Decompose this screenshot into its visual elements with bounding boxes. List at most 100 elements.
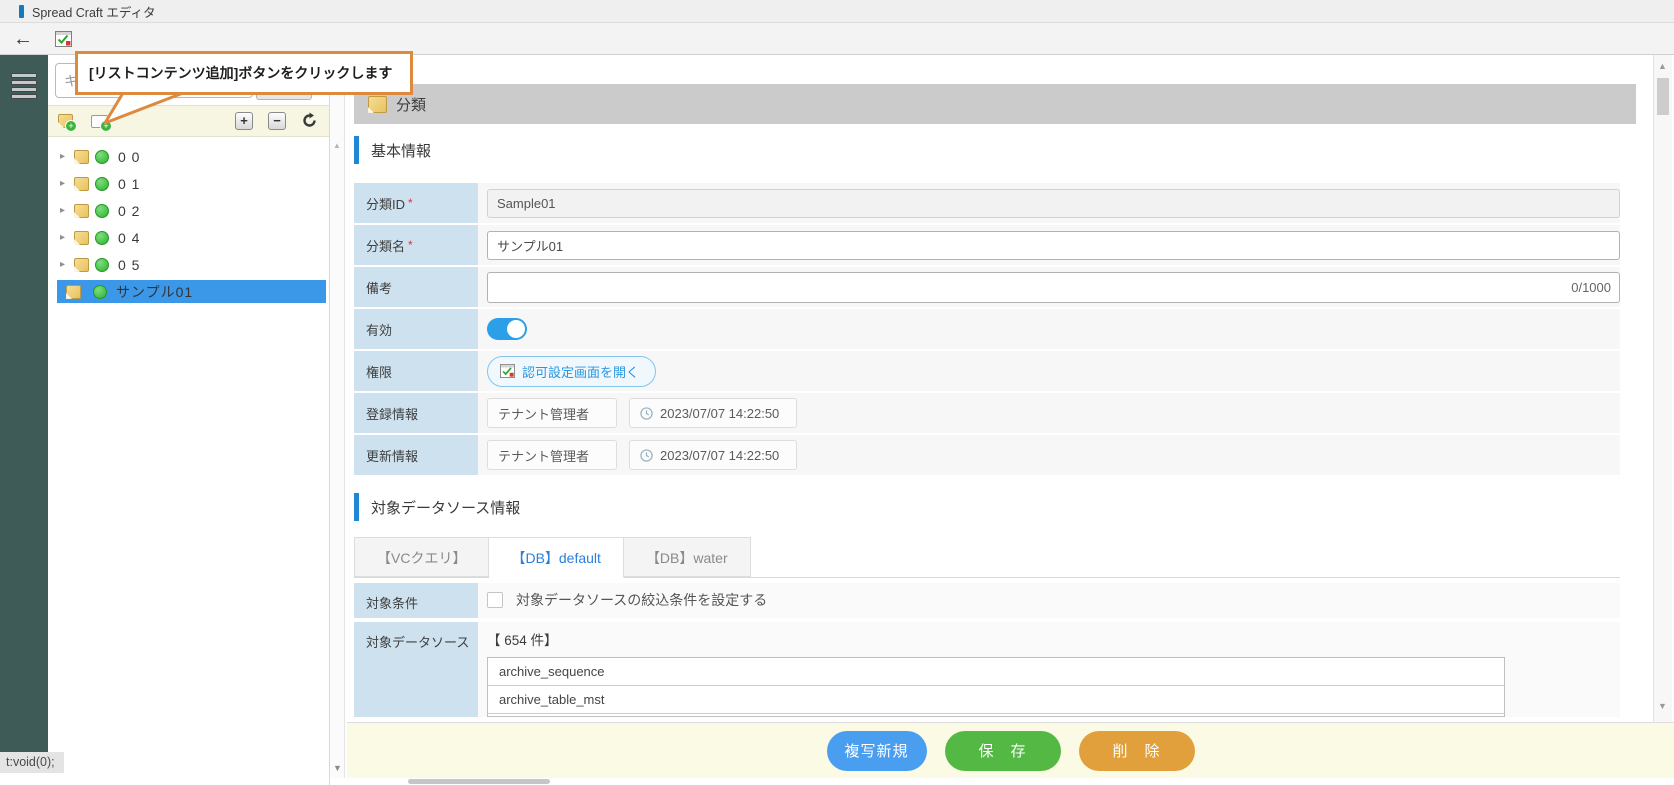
side-nav-rail <box>0 55 48 752</box>
row-target-datasource: 対象データソース 【 654 件】 archive_sequence archi… <box>354 622 1620 717</box>
scroll-down-icon[interactable]: ▼ <box>1658 701 1667 711</box>
condition-checkbox-label[interactable]: 対象データソースの絞込条件を設定する <box>516 590 767 610</box>
scroll-up-icon[interactable]: ▲ <box>1658 61 1667 71</box>
category-folder-icon <box>368 96 387 113</box>
back-button[interactable]: ← <box>13 29 33 49</box>
row-category-id: 分類ID * <box>354 183 1620 225</box>
updated-user: テナント管理者 <box>487 440 617 470</box>
enabled-toggle[interactable] <box>487 318 527 340</box>
tree-scrollbar[interactable]: ▲ ▼ <box>330 55 345 778</box>
updated-datetime: 2023/07/07 14:22:50 <box>629 440 797 470</box>
expand-arrow-icon[interactable]: ▸ <box>60 232 74 243</box>
app-title: Spread Craft エディタ <box>32 2 155 21</box>
open-authorization-button[interactable]: 認可設定画面を開く <box>487 356 656 387</box>
field-label: 対象データソース <box>366 632 469 651</box>
row-registered-info: 登録情報 テナント管理者 2023/07/07 14:22:50 <box>354 393 1620 435</box>
tree-item[interactable]: ▸ 0 2 <box>48 197 329 224</box>
scroll-up-icon[interactable]: ▲ <box>333 141 341 150</box>
tree-item[interactable]: ▸ 0 4 <box>48 224 329 251</box>
registered-user: テナント管理者 <box>487 398 617 428</box>
field-label: 権限 <box>366 362 392 381</box>
datasource-list[interactable]: archive_sequence archive_table_mst b_m_a… <box>487 657 1505 717</box>
status-dot-icon <box>93 285 107 299</box>
main-content: 分類 基本情報 分類ID * 分類名 * <box>345 55 1653 785</box>
status-dot-icon <box>95 231 109 245</box>
folder-icon <box>74 204 89 218</box>
remarks-input[interactable]: 0/1000 <box>487 272 1620 303</box>
tree-item[interactable]: ▸ 0 5 <box>48 251 329 278</box>
required-mark: * <box>408 238 413 252</box>
expand-arrow-icon[interactable]: ▸ <box>60 205 74 216</box>
save-button[interactable]: 保 存 <box>945 731 1061 771</box>
status-dot-icon <box>95 204 109 218</box>
add-category-icon[interactable] <box>58 114 73 128</box>
app-window: Spread Craft エディタ ← + − <box>0 0 1674 785</box>
callout-text: [リストコンテンツ追加]ボタンをクリックします <box>89 63 392 83</box>
status-dot-icon <box>95 150 109 164</box>
page-title: 分類 <box>396 94 426 115</box>
field-label: 有効 <box>366 320 392 339</box>
action-footer: 複写新規 保 存 削 除 <box>347 722 1674 778</box>
menu-icon[interactable] <box>11 73 37 101</box>
folder-icon <box>66 285 81 299</box>
list-item[interactable]: archive_sequence <box>488 658 1504 686</box>
page-header: 分類 <box>354 84 1636 124</box>
row-category-name: 分類名 * <box>354 225 1620 267</box>
registered-datetime: 2023/07/07 14:22:50 <box>629 398 797 428</box>
list-item[interactable]: b_m_account_attr_h <box>488 714 1504 717</box>
tree-item-list: ▸ 0 0 ▸ 0 1 ▸ 0 2 ▸ 0 4 <box>48 143 329 303</box>
status-bar-link-text: t:void(0); <box>0 752 64 773</box>
field-label: 対象条件 <box>366 593 418 612</box>
tab-vc-query[interactable]: 【VCクエリ】 <box>354 537 489 577</box>
tutorial-callout: [リストコンテンツ追加]ボタンをクリックします <box>75 51 413 95</box>
datasource-count: 【 654 件】 <box>487 629 558 649</box>
status-dot-icon <box>95 177 109 191</box>
expand-all-button[interactable]: + <box>235 112 253 130</box>
folder-icon <box>74 150 89 164</box>
tab-db-water[interactable]: 【DB】water <box>624 537 751 577</box>
field-label: 備考 <box>366 278 392 297</box>
row-remarks: 備考 0/1000 <box>354 267 1620 309</box>
list-item[interactable]: archive_table_mst <box>488 686 1504 714</box>
horizontal-scrollbar[interactable] <box>330 778 1674 785</box>
field-label: 更新情報 <box>366 446 418 465</box>
row-permission: 権限 認可設定画面を開く <box>354 351 1620 393</box>
expand-arrow-icon[interactable]: ▸ <box>60 178 74 189</box>
tree-panel: + − ▸ 0 0 ▸ 0 1 ▸ <box>48 55 330 785</box>
scroll-down-icon[interactable]: ▼ <box>333 763 342 773</box>
row-updated-info: 更新情報 テナント管理者 2023/07/07 14:22:50 <box>354 435 1620 477</box>
expand-arrow-icon[interactable]: ▸ <box>60 151 74 162</box>
datasource-tabs: 【VCクエリ】 【DB】default 【DB】water <box>354 537 1620 578</box>
section-datasource-info: 対象データソース情報 <box>354 492 520 522</box>
title-bar: Spread Craft エディタ <box>0 0 1674 23</box>
row-enabled: 有効 <box>354 309 1620 351</box>
refresh-icon[interactable] <box>301 112 319 130</box>
folder-icon <box>74 258 89 272</box>
folder-icon <box>74 231 89 245</box>
status-dot-icon <box>95 258 109 272</box>
spreadsheet-icon[interactable] <box>55 31 72 47</box>
scrollbar-thumb[interactable] <box>1657 78 1669 115</box>
tab-db-default[interactable]: 【DB】default <box>489 537 623 578</box>
section-basic-info: 基本情報 <box>354 135 431 165</box>
category-id-input[interactable] <box>487 189 1620 218</box>
tree-item[interactable]: ▸ 0 1 <box>48 170 329 197</box>
delete-button[interactable]: 削 除 <box>1079 731 1195 771</box>
tree-item[interactable]: ▸ 0 0 <box>48 143 329 170</box>
spreadsheet-icon <box>500 364 515 378</box>
expand-arrow-icon[interactable]: ▸ <box>60 259 74 270</box>
field-label: 登録情報 <box>366 404 418 423</box>
folder-icon <box>74 177 89 191</box>
clock-icon <box>640 407 653 420</box>
required-mark: * <box>408 196 413 210</box>
scrollbar-thumb[interactable] <box>408 779 550 784</box>
condition-checkbox[interactable] <box>487 592 503 608</box>
tree-item-selected[interactable]: サンプル01 <box>57 280 326 303</box>
row-target-condition: 対象条件 対象データソースの絞込条件を設定する <box>354 583 1620 620</box>
main-scrollbar[interactable]: ▲ ▼ <box>1653 55 1672 722</box>
clock-icon <box>640 449 653 462</box>
field-label: 分類名 <box>366 236 405 255</box>
copy-new-button[interactable]: 複写新規 <box>827 731 927 771</box>
collapse-all-button[interactable]: − <box>268 112 286 130</box>
category-name-input[interactable] <box>487 231 1620 260</box>
